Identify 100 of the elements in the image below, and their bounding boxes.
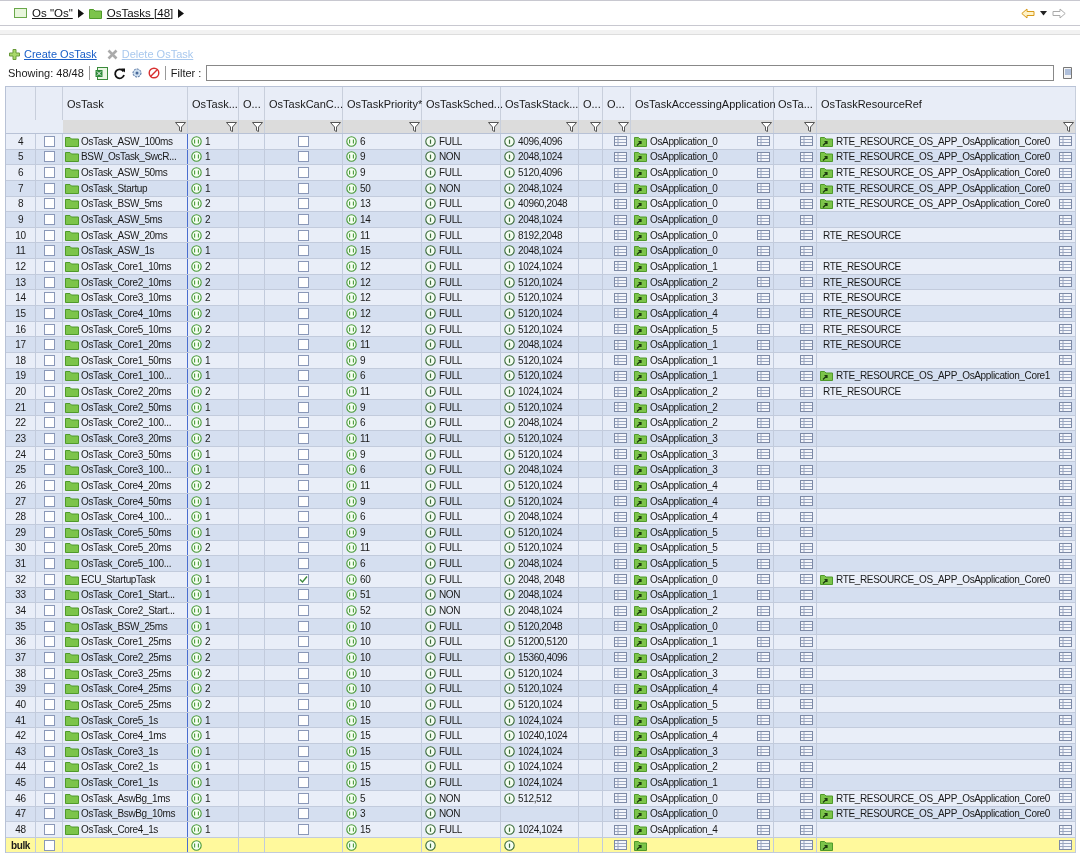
checkbox[interactable]	[43, 229, 55, 241]
checkbox[interactable]	[43, 354, 55, 366]
list-icon[interactable]	[800, 761, 813, 772]
list-icon[interactable]	[800, 699, 813, 710]
list-icon[interactable]	[800, 464, 813, 475]
list-icon[interactable]	[1059, 699, 1072, 710]
list-icon[interactable]	[800, 511, 813, 522]
list-icon[interactable]	[1059, 214, 1072, 225]
checkbox[interactable]	[298, 260, 309, 272]
checkbox[interactable]	[43, 636, 55, 648]
checkbox[interactable]	[298, 386, 309, 398]
checkbox[interactable]	[298, 511, 309, 523]
list-icon[interactable]	[800, 167, 813, 178]
list-icon[interactable]	[757, 699, 770, 710]
table-row[interactable]: 40 OsTask_Core5_25ms 2 10 FULL 5120,1024 OsApplication_5	[6, 697, 1076, 713]
checkbox[interactable]	[43, 417, 55, 429]
list-icon[interactable]	[1059, 605, 1072, 616]
checkbox[interactable]	[43, 589, 55, 601]
list-icon[interactable]	[757, 746, 770, 757]
list-icon[interactable]	[757, 808, 770, 819]
checkbox[interactable]	[43, 260, 55, 272]
list-icon[interactable]	[614, 589, 627, 600]
checkbox[interactable]	[43, 573, 55, 585]
list-icon[interactable]	[800, 777, 813, 788]
table-row[interactable]: 15 OsTask_Core4_10ms 2 12 FULL 5120,1024 OsApplication_4 RTE_RESOURCE	[6, 306, 1076, 322]
checkbox[interactable]	[43, 433, 55, 444]
list-icon[interactable]	[614, 840, 627, 851]
list-icon[interactable]	[757, 308, 770, 319]
list-icon[interactable]	[614, 808, 627, 819]
table-row[interactable]: 29 OsTask_Core5_50ms 1 9 FULL 5120,1024 OsApplication_5	[6, 525, 1076, 541]
column-header[interactable]: OsTask...	[192, 97, 238, 110]
list-icon[interactable]	[800, 151, 813, 162]
list-icon[interactable]	[614, 746, 627, 757]
checkbox[interactable]	[43, 761, 55, 773]
list-icon[interactable]	[800, 824, 813, 835]
list-icon[interactable]	[1059, 339, 1072, 350]
list-icon[interactable]	[757, 136, 770, 147]
list-icon[interactable]	[1059, 636, 1072, 647]
list-icon[interactable]	[614, 277, 627, 288]
list-icon[interactable]	[757, 840, 770, 851]
checkbox[interactable]	[298, 182, 309, 194]
list-icon[interactable]	[614, 370, 627, 381]
list-icon[interactable]	[757, 292, 770, 303]
checkbox[interactable]	[43, 448, 55, 460]
list-icon[interactable]	[757, 636, 770, 647]
list-icon[interactable]	[1059, 261, 1072, 272]
checkbox[interactable]	[298, 135, 309, 147]
list-icon[interactable]	[614, 386, 627, 397]
list-icon[interactable]	[614, 652, 627, 663]
checkbox[interactable]	[298, 354, 309, 366]
list-icon[interactable]	[757, 433, 770, 444]
list-icon[interactable]	[614, 621, 627, 632]
checkbox[interactable]	[298, 151, 309, 163]
checkbox[interactable]	[43, 167, 55, 179]
list-icon[interactable]	[1059, 793, 1072, 804]
list-icon[interactable]	[614, 151, 627, 162]
list-icon[interactable]	[757, 480, 770, 491]
list-icon[interactable]	[614, 433, 627, 444]
checkbox[interactable]	[298, 761, 309, 773]
list-icon[interactable]	[1059, 761, 1072, 772]
table-row[interactable]: 14 OsTask_Core3_10ms 2 12 FULL 5120,1024 OsApplication_3 RTE_RESOURCE	[6, 290, 1076, 307]
table-row[interactable]: 17 OsTask_Core1_20ms 2 11 FULL 2048,1024 OsApplication_1 RTE_RESOURCE	[6, 337, 1076, 353]
list-icon[interactable]	[800, 417, 813, 428]
list-icon[interactable]	[800, 527, 813, 538]
list-icon[interactable]	[1059, 840, 1072, 851]
checkbox[interactable]	[43, 135, 55, 147]
list-icon[interactable]	[800, 574, 813, 585]
list-icon[interactable]	[1059, 433, 1072, 444]
checkbox[interactable]	[298, 730, 309, 742]
list-icon[interactable]	[614, 636, 627, 647]
checkbox[interactable]	[298, 245, 309, 257]
list-icon[interactable]	[757, 167, 770, 178]
list-icon[interactable]	[1059, 402, 1072, 413]
column-header[interactable]: O...	[583, 97, 601, 110]
checkbox[interactable]	[43, 307, 55, 319]
list-icon[interactable]	[757, 214, 770, 225]
checkbox[interactable]	[298, 824, 309, 835]
list-icon[interactable]	[1059, 746, 1072, 757]
list-icon[interactable]	[757, 652, 770, 663]
list-icon[interactable]	[1059, 480, 1072, 491]
list-icon[interactable]	[757, 370, 770, 381]
list-icon[interactable]	[614, 761, 627, 772]
list-icon[interactable]	[1059, 292, 1072, 303]
no-entry-icon[interactable]	[147, 67, 160, 79]
checkbox[interactable]	[43, 839, 55, 851]
list-icon[interactable]	[800, 324, 813, 334]
list-icon[interactable]	[614, 542, 627, 553]
list-icon[interactable]	[1059, 277, 1072, 288]
list-icon[interactable]	[800, 339, 813, 350]
list-icon[interactable]	[1059, 730, 1072, 741]
list-icon[interactable]	[757, 183, 770, 194]
list-icon[interactable]	[757, 402, 770, 413]
list-icon[interactable]	[1059, 589, 1072, 600]
list-icon[interactable]	[614, 730, 627, 741]
list-icon[interactable]	[757, 715, 770, 725]
list-icon[interactable]	[1059, 496, 1072, 507]
list-icon[interactable]	[614, 308, 627, 319]
list-icon[interactable]	[800, 308, 813, 319]
arrow-icon[interactable]	[178, 8, 185, 18]
list-icon[interactable]	[757, 683, 770, 694]
